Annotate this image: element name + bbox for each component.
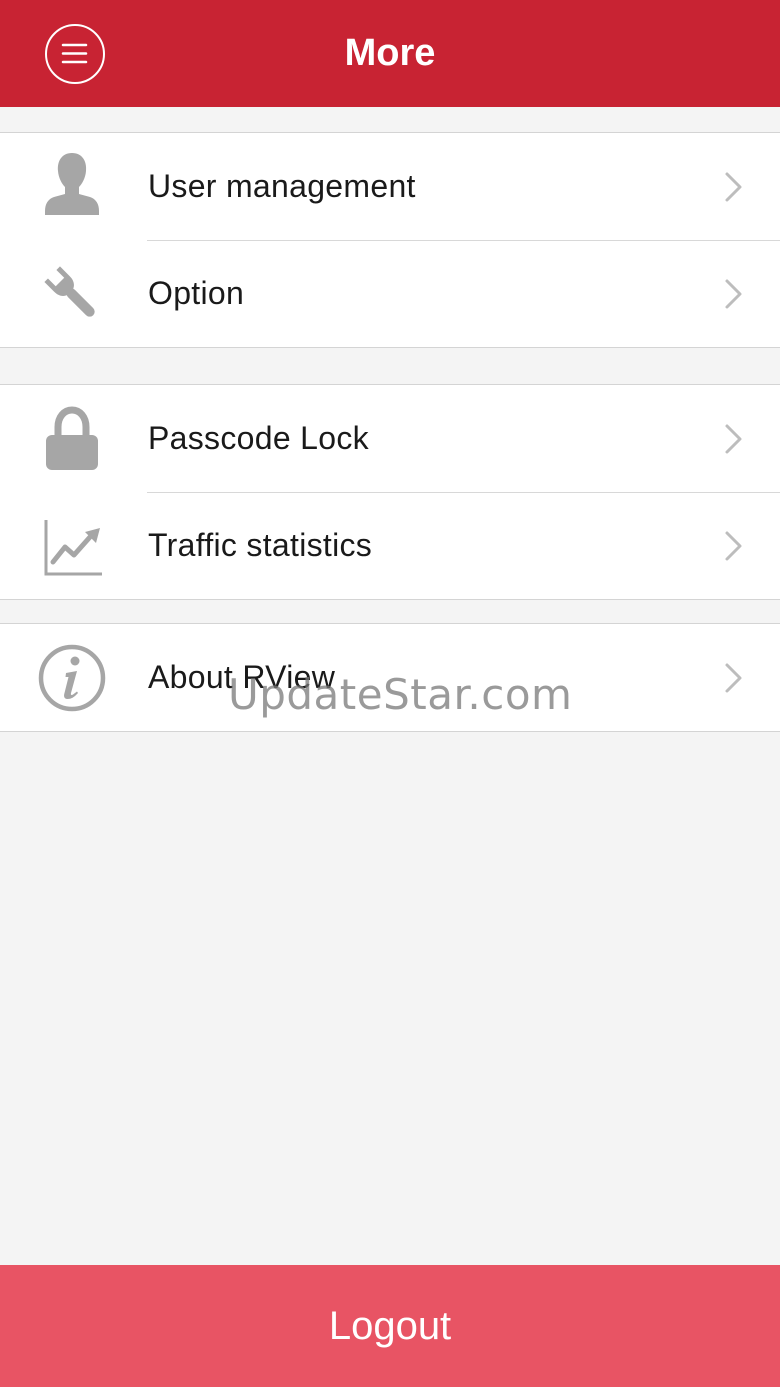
list-item-passcode-lock[interactable]: Passcode Lock <box>0 385 780 492</box>
list-item-traffic-statistics[interactable]: Traffic statistics <box>0 492 780 599</box>
list-item-label: Option <box>148 275 245 311</box>
list-item-user-management[interactable]: User management <box>0 133 780 240</box>
list-item-label: Passcode Lock <box>148 420 369 456</box>
header-bar: More <box>0 0 780 107</box>
chevron-right-icon <box>725 531 742 561</box>
list-item-label: User management <box>148 168 416 204</box>
settings-group-account: User management Option <box>0 132 780 348</box>
info-icon <box>38 644 106 712</box>
lock-icon <box>46 406 98 470</box>
logout-button[interactable]: Logout <box>0 1265 780 1387</box>
chevron-right-icon <box>725 663 742 693</box>
chart-icon <box>44 520 102 576</box>
user-icon <box>45 153 99 215</box>
chevron-right-icon <box>725 424 742 454</box>
list-item-label: Traffic statistics <box>148 527 373 563</box>
list-item-option[interactable]: Option <box>0 240 780 347</box>
chevron-right-icon <box>725 172 742 202</box>
page-title: More <box>344 32 436 74</box>
chevron-right-icon <box>725 279 742 309</box>
watermark-text: UpdateStar.com <box>228 670 573 719</box>
wrench-icon <box>44 266 95 317</box>
settings-group-security: Passcode Lock Traffic statistics <box>0 384 780 600</box>
